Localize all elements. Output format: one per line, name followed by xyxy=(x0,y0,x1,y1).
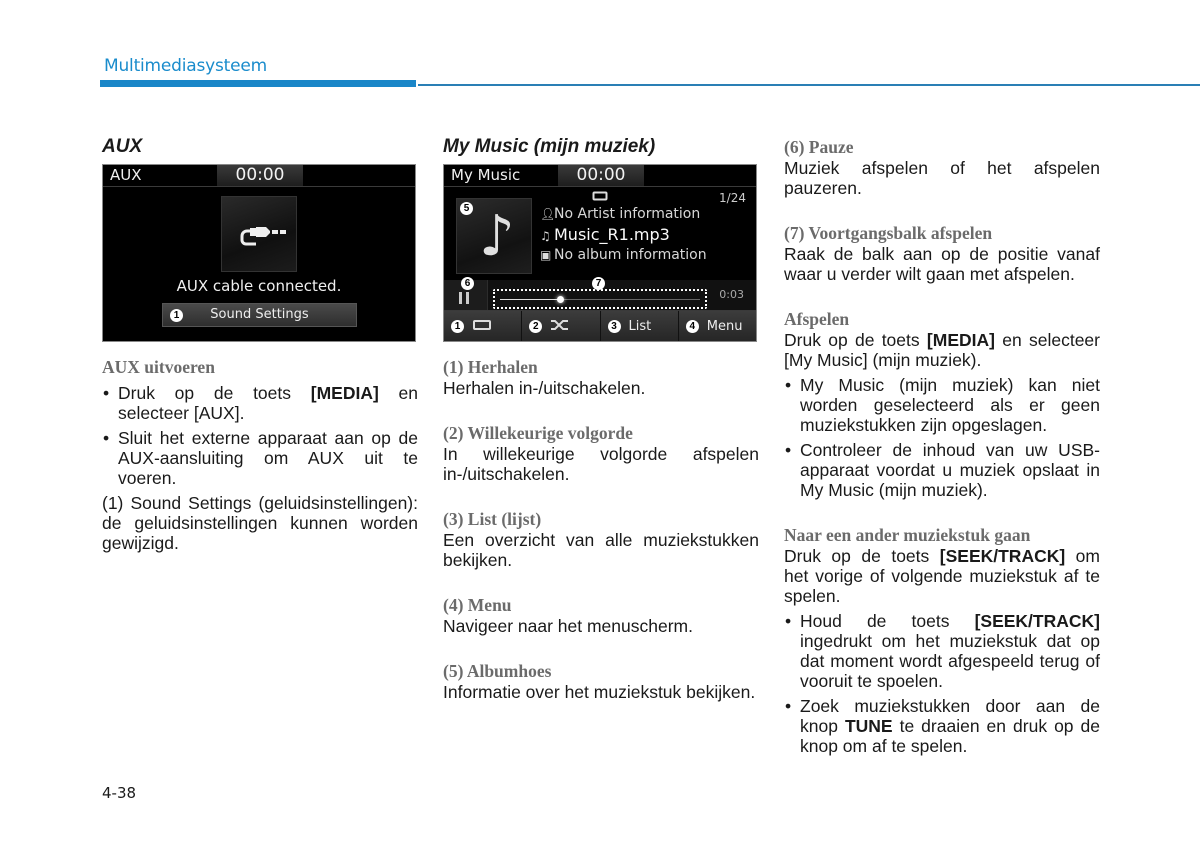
key-label: [SEEK/TRACK] xyxy=(974,611,1100,631)
sound-settings-button[interactable]: 1 Sound Settings xyxy=(162,303,357,327)
my-music-heading: My Music (mijn muziek) xyxy=(443,136,656,157)
repeat-button[interactable]: 1 xyxy=(444,311,523,341)
callout-2: 2 xyxy=(529,319,543,333)
header-accent-bar xyxy=(100,80,416,87)
repeat-icon xyxy=(472,317,492,335)
naar-bullet: Zoek muziekstukken door aan de knop TUNE… xyxy=(784,696,1100,756)
aux-bullets: Druk op de toets [MEDIA] en selecteer [A… xyxy=(102,383,418,488)
menu-label: Menu xyxy=(706,318,743,334)
pause-icon xyxy=(459,292,469,304)
music-note-icon: ♪ xyxy=(479,204,515,269)
aux-cable-icon xyxy=(221,196,297,272)
artist-text: No Artist information xyxy=(554,206,701,222)
item-text: Een overzicht van alle muziekstukken bek… xyxy=(443,530,759,570)
music-screen-topbar: My Music 00:00 xyxy=(444,165,756,187)
item-text: Navigeer naar het menuscherm. xyxy=(443,616,693,636)
music-items: (1) Herhalen Herhalen in-/uitschakelen. … xyxy=(443,356,759,702)
track-info: ♫ Music_R1.mp3 xyxy=(540,225,670,244)
item-text: Informatie over het muziekstuk bekijken. xyxy=(443,682,756,702)
page-number: 4-38 xyxy=(102,784,137,802)
music-screen-title: My Music xyxy=(451,166,521,184)
progress-fill xyxy=(500,299,560,300)
naar-title: Naar een ander muziekstuk gaan xyxy=(784,525,1031,545)
callout-7: 7 xyxy=(592,277,605,290)
right-column: (6) Pauze Muziek afspelen of het afspele… xyxy=(784,136,1100,756)
music-note-icon: ♫ xyxy=(540,229,551,243)
text: Druk op de toets xyxy=(118,383,311,403)
progress-knob[interactable] xyxy=(557,296,564,303)
aux-numbered-note: (1) Sound Settings (geluidsinstellingen)… xyxy=(102,493,418,553)
afspelen-bullet: Controleer de inhoud van uw USB-apparaat… xyxy=(784,440,1100,500)
key-label: [SEEK/TRACK] xyxy=(939,546,1066,566)
shuffle-button[interactable]: 2 xyxy=(522,311,601,341)
callout-5: 5 xyxy=(460,202,473,215)
repeat-icon xyxy=(592,189,608,204)
text: Druk op de toets xyxy=(784,330,927,350)
album-art[interactable]: 5 ♪ xyxy=(456,198,532,274)
item-text: Raak de balk aan op de positie vanaf waa… xyxy=(784,244,1100,284)
item-title: (4) Menu xyxy=(443,595,512,615)
callout-6: 6 xyxy=(461,277,474,290)
afspelen-intro: Druk op de toets [MEDIA] en selecteer [M… xyxy=(784,330,1100,370)
aux-column: AUX AUX 00:00 AUX cable connected. 1 Sou… xyxy=(102,130,418,553)
track-count: 1/24 xyxy=(719,191,746,205)
album-icon: ▣ xyxy=(540,248,552,262)
artist-info: 👤︎No Artist information xyxy=(540,206,700,222)
key-label: TUNE xyxy=(844,716,893,736)
item-title: (3) List (lijst) xyxy=(443,509,542,529)
album-text: No album information xyxy=(554,247,707,263)
text: ingedrukt om het muziekstuk dat op dat m… xyxy=(800,631,1100,691)
naar-intro: Druk op de toets [SEEK/TRACK] om het vor… xyxy=(784,546,1100,606)
aux-screen-title: AUX xyxy=(110,166,142,184)
item-text: In willekeurige volgorde afspelen in-/ui… xyxy=(443,444,759,484)
callout-4: 4 xyxy=(685,319,699,333)
my-music-screen: My Music 00:00 5 ♪ 1/24 👤︎No Artist info… xyxy=(443,164,757,342)
menu-button[interactable]: 4 Menu xyxy=(678,311,756,341)
clock: 00:00 xyxy=(217,165,303,186)
afspelen-bullet: My Music (mijn muziek) kan niet worden g… xyxy=(784,375,1100,435)
afspelen-title: Afspelen xyxy=(784,309,850,329)
key-label: [MEDIA] xyxy=(926,330,995,350)
section-title: Multimediasysteem xyxy=(104,56,268,76)
music-button-row: 1 2 3 List 4 Menu xyxy=(444,310,756,341)
afspelen-bullets: My Music (mijn muziek) kan niet worden g… xyxy=(784,375,1100,500)
item-title: (7) Voortgangsbalk afspelen xyxy=(784,223,993,243)
item-text: Herhalen in-/uitschakelen. xyxy=(443,378,646,398)
elapsed-time: 0:03 xyxy=(719,288,744,301)
progress-bar[interactable] xyxy=(493,289,707,309)
person-icon: 👤︎ xyxy=(540,207,556,221)
aux-screen-topbar: AUX 00:00 xyxy=(103,165,415,187)
item-text: Muziek afspelen of het afspelen pauzeren… xyxy=(784,158,1100,198)
naar-bullets: Houd de toets [SEEK/TRACK] ingedrukt om … xyxy=(784,611,1100,756)
key-label: [MEDIA] xyxy=(310,383,379,403)
album-info: ▣ No album information xyxy=(540,247,707,263)
aux-screen: AUX 00:00 AUX cable connected. 1 Sound S… xyxy=(102,164,416,342)
text: Druk op de toets xyxy=(784,546,940,566)
clock: 00:00 xyxy=(558,165,644,186)
aux-bullet: Sluit het externe apparaat aan op de AUX… xyxy=(102,428,418,488)
item-title: (2) Willekeurige volgorde xyxy=(443,423,633,443)
list-button[interactable]: 3 List xyxy=(600,311,679,341)
track-text: Music_R1.mp3 xyxy=(554,225,670,244)
header-rule xyxy=(418,84,1200,86)
list-label: List xyxy=(628,318,652,334)
item-title: (5) Albumhoes xyxy=(443,661,552,681)
item-title: (1) Herhalen xyxy=(443,357,538,377)
callout-3: 3 xyxy=(607,319,621,333)
aux-heading: AUX xyxy=(102,136,143,157)
text: Houd de toets xyxy=(800,611,975,631)
shuffle-icon xyxy=(550,317,570,335)
my-music-column: My Music (mijn muziek) My Music 00:00 5 … xyxy=(443,130,759,702)
aux-subheading: AUX uitvoeren xyxy=(102,357,215,377)
aux-bullet: Druk op de toets [MEDIA] en selecteer [A… xyxy=(102,383,418,423)
sound-settings-label: Sound Settings xyxy=(210,307,309,322)
naar-bullet: Houd de toets [SEEK/TRACK] ingedrukt om … xyxy=(784,611,1100,691)
aux-status-message: AUX cable connected. xyxy=(176,277,342,295)
item-title: (6) Pauze xyxy=(784,137,854,157)
callout-1: 1 xyxy=(451,319,464,333)
